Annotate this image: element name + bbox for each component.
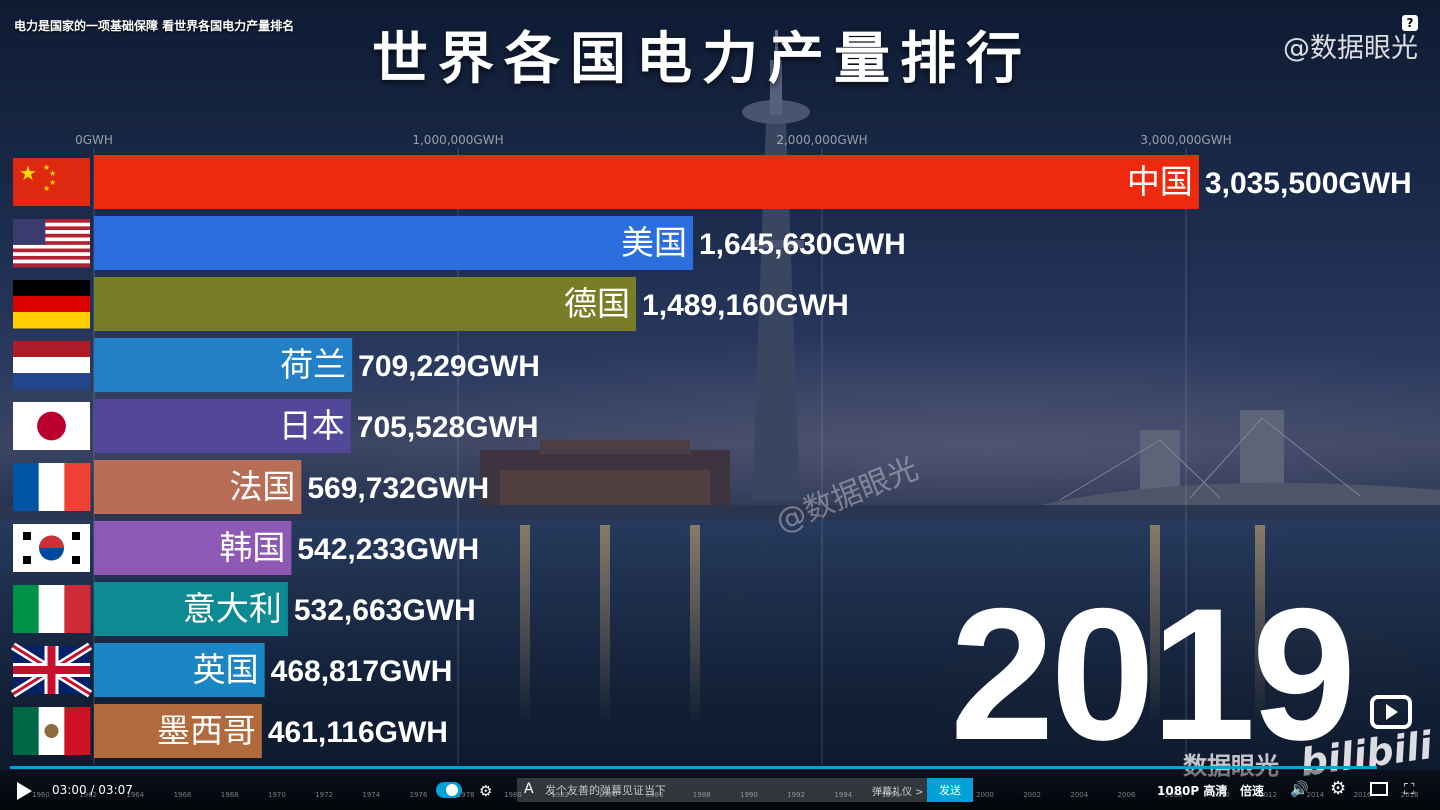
video-title: 电力是国家的一项基础保障 看世界各国电力产量排名 <box>14 19 295 33</box>
volume-icon[interactable]: 🔊 <box>1290 780 1309 798</box>
total-time: 03:07 <box>98 783 133 797</box>
light-reflection <box>690 525 700 725</box>
danmaku-style-icon[interactable]: A <box>524 781 534 797</box>
timeline-year: 1976 <box>409 791 428 799</box>
current-time: 03:00 <box>52 783 87 797</box>
danmaku-settings-icon[interactable]: ⚙ <box>479 782 492 800</box>
settings-icon[interactable]: ⚙ <box>1330 778 1346 799</box>
timeline-year: 2002 <box>1023 791 1042 799</box>
timeline-year: 1974 <box>362 791 381 799</box>
picture-in-picture-icon[interactable] <box>1370 782 1388 796</box>
speed-selector[interactable]: 倍速 <box>1240 782 1264 799</box>
fullscreen-icon[interactable]: ⛶ <box>1404 780 1415 798</box>
send-button[interactable]: 发送 <box>927 778 973 802</box>
light-reflection <box>520 525 530 725</box>
progress-bar[interactable] <box>10 766 1378 769</box>
timeline-year: 1966 <box>173 791 192 799</box>
year-label: 2019 <box>950 569 1356 779</box>
toggle-knob <box>446 784 458 796</box>
timeline-year: 2004 <box>1070 791 1089 799</box>
watermark-top: @数据眼光 <box>1283 33 1418 64</box>
chart-title: 世界各国电力产量排行 <box>372 27 1032 92</box>
danmaku-input[interactable] <box>517 778 927 802</box>
timeline-year: 2006 <box>1117 791 1136 799</box>
timeline-year: 1968 <box>220 791 239 799</box>
timeline-year: 2014 <box>1306 791 1325 799</box>
timeline-year: 2016 <box>1353 791 1372 799</box>
time-separator: / <box>90 783 95 797</box>
time-display: 03:00 / 03:07 <box>52 783 133 797</box>
quality-selector[interactable]: 1080P 高清 <box>1157 782 1227 799</box>
danmaku-etiquette-link[interactable]: 弹幕礼仪 > <box>872 783 924 798</box>
timeline-year: 2000 <box>976 791 994 799</box>
play-icon[interactable] <box>17 782 32 800</box>
danmaku-toggle[interactable] <box>436 782 462 798</box>
timeline-year: 1972 <box>315 791 334 799</box>
timeline-year: 1970 <box>268 791 286 799</box>
help-icon[interactable]: ? <box>1402 15 1418 31</box>
tv-icon <box>1370 695 1412 729</box>
timeline-year: 1960 <box>32 791 50 799</box>
light-reflection <box>600 525 610 725</box>
